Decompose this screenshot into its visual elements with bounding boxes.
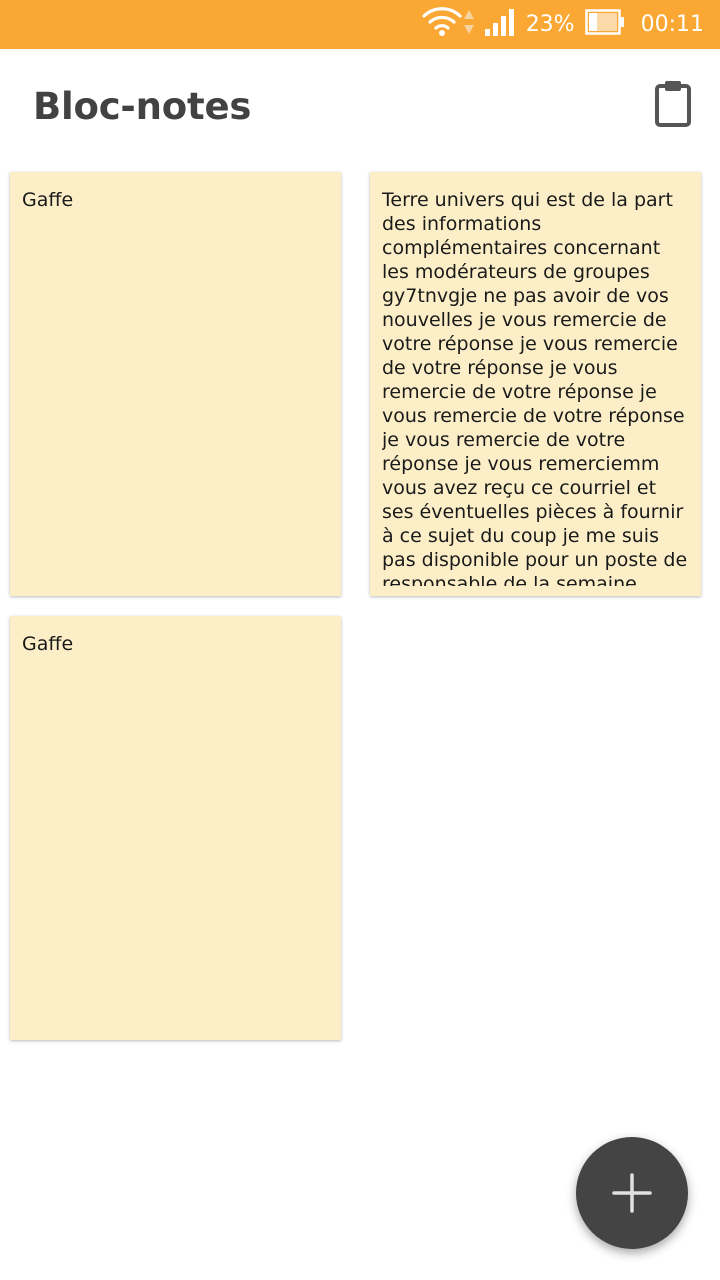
clipboard-button[interactable] xyxy=(648,79,698,129)
note-text: Terre univers qui est de la part des inf… xyxy=(382,189,688,586)
status-indicators: 23% 00:11 xyxy=(422,0,704,49)
note-card[interactable]: Gaffe xyxy=(10,616,341,1040)
clipboard-icon xyxy=(648,81,698,133)
clock: 00:11 xyxy=(640,12,704,37)
note-card[interactable]: Gaffe xyxy=(10,172,341,596)
add-note-button[interactable] xyxy=(576,1137,688,1249)
note-card[interactable]: Terre univers qui est de la part des inf… xyxy=(370,172,701,596)
wifi-icon xyxy=(422,6,462,43)
note-text: Gaffe xyxy=(22,633,74,655)
plus-icon xyxy=(612,1173,652,1213)
cell-signal-icon xyxy=(484,7,518,42)
battery-percent: 23% xyxy=(525,12,575,37)
app-title: Bloc-notes xyxy=(33,85,252,128)
notes-screen: 23% 00:11 Bloc-notes Gaffe Terre univers… xyxy=(0,0,720,1280)
data-transfer-icon xyxy=(462,7,476,42)
battery-icon xyxy=(584,8,625,41)
status-bar: 23% 00:11 xyxy=(0,0,720,49)
app-bar: Bloc-notes xyxy=(0,49,720,167)
note-text: Gaffe xyxy=(22,189,74,211)
